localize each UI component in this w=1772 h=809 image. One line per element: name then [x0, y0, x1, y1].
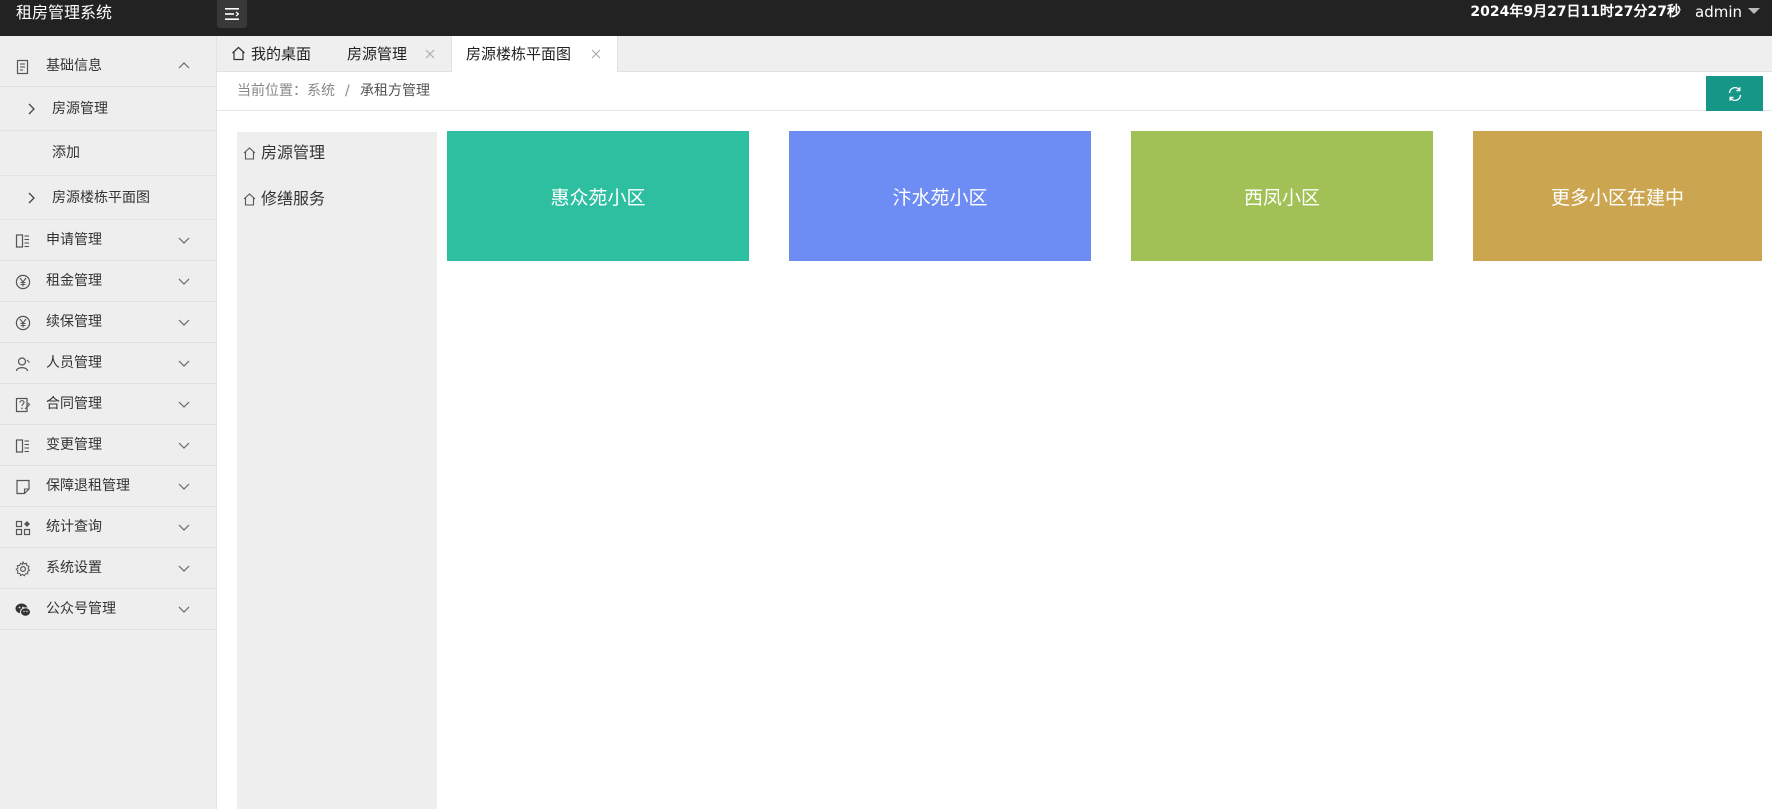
tab-label: 房源管理: [347, 45, 408, 63]
sidebar-item-wechat[interactable]: 公众号管理: [0, 589, 216, 630]
sidebar-item-contract[interactable]: 合同管理: [0, 384, 216, 425]
sidebar-item-label: 续保管理: [46, 314, 102, 330]
sidebar-item-label: 变更管理: [46, 437, 102, 453]
form-icon: [15, 439, 29, 453]
menu-icon: [225, 8, 239, 20]
sidebar-subitem-label: 房源楼栋平面图: [52, 190, 150, 206]
chevron-down-icon: [178, 565, 190, 572]
sidebar-item-application[interactable]: 申请管理: [0, 220, 216, 261]
home-icon: [243, 147, 256, 160]
sidebar-item-label: 人员管理: [46, 355, 102, 371]
tab-label: 我的桌面: [251, 45, 312, 63]
sidebar-item-label: 基础信息: [46, 58, 102, 74]
chevron-down-icon: [178, 606, 190, 613]
home-icon: [232, 46, 245, 61]
user-icon: [15, 357, 30, 372]
card-label: 西凤小区: [1243, 186, 1320, 209]
card-label: 更多小区在建中: [1550, 186, 1684, 209]
wechat-icon: [15, 603, 31, 617]
document-icon: [16, 59, 29, 75]
sidebar-item-personnel[interactable]: 人员管理: [0, 343, 216, 384]
chevron-down-icon: [178, 278, 190, 285]
sidebar-item-rent[interactable]: 租金管理: [0, 261, 216, 302]
close-icon[interactable]: [591, 49, 601, 59]
app-title: 租房管理系统: [16, 3, 113, 22]
tab-my-desktop[interactable]: 我的桌面: [231, 36, 321, 72]
sidebar-item-label: 申请管理: [46, 232, 102, 248]
sidebar-subitem-add[interactable]: 添加: [0, 131, 216, 176]
user-menu[interactable]: admin: [1695, 0, 1742, 24]
chevron-down-icon: [178, 319, 190, 326]
sidebar-item-checkout[interactable]: 保障退租管理: [0, 466, 216, 507]
breadcrumb-separator: /: [345, 83, 350, 99]
inner-nav-repair[interactable]: 修缮服务: [243, 184, 325, 214]
chevron-right-icon: [28, 192, 35, 204]
chevron-down-icon: [178, 360, 190, 367]
tab-label: 房源楼栋平面图: [466, 45, 572, 63]
chevron-down-icon: [178, 442, 190, 449]
form-icon: [15, 234, 29, 248]
sidebar-item-label: 合同管理: [46, 396, 102, 412]
menu-toggle-button[interactable]: [217, 0, 247, 28]
sidebar-item-label: 统计查询: [46, 519, 102, 535]
community-card-huizhongyuan[interactable]: 惠众苑小区: [447, 131, 749, 261]
chevron-down-icon: [178, 401, 190, 408]
tab-bar: 我的桌面 房源管理 房源楼栋平面图: [217, 36, 1772, 73]
sidebar-item-label: 保障退租管理: [46, 478, 130, 494]
chevron-right-icon: [28, 103, 35, 115]
sidebar-subitem-floorplan[interactable]: 房源楼栋平面图: [0, 176, 216, 220]
yen-icon: [15, 274, 31, 290]
grid-icon: [15, 520, 31, 536]
tab-house-management[interactable]: 房源管理: [347, 36, 447, 72]
breadcrumb-current: 承租方管理: [360, 83, 430, 99]
refresh-button[interactable]: [1706, 76, 1763, 111]
chevron-down-icon: [178, 483, 190, 490]
sidebar-item-label: 系统设置: [46, 560, 102, 576]
tab-floor-plan[interactable]: 房源楼栋平面图: [451, 36, 618, 73]
yen-icon: [15, 315, 31, 331]
breadcrumb-prefix: 当前位置：: [237, 83, 307, 99]
sidebar-item-label: 租金管理: [46, 273, 102, 289]
note-icon: [16, 479, 30, 495]
chevron-down-icon: [178, 237, 190, 244]
breadcrumb-link-system[interactable]: 系统: [307, 72, 335, 111]
home-icon: [243, 193, 256, 206]
sidebar-subitem-label: 房源管理: [52, 101, 108, 117]
community-card-xifeng[interactable]: 西凤小区: [1131, 131, 1433, 261]
sidebar-subitem-label: 添加: [52, 145, 80, 161]
sidebar-item-renewal[interactable]: 续保管理: [0, 302, 216, 343]
breadcrumb: 当前位置： 系统 / 承租方管理: [217, 72, 1772, 111]
sidebar-subitem-house[interactable]: 房源管理: [0, 87, 216, 131]
card-label: 汴水苑小区: [892, 186, 988, 209]
sidebar-item-change[interactable]: 变更管理: [0, 425, 216, 466]
refresh-icon: [1728, 86, 1741, 101]
sidebar-item-basic-info[interactable]: 基础信息: [0, 46, 216, 87]
caret-down-icon[interactable]: [1748, 8, 1760, 14]
clock: 2024年9月27日11时27分27秒: [1470, 4, 1681, 20]
top-bar: 租房管理系统 2024年9月27日11时27分27秒 admin: [0, 0, 1772, 36]
sidebar-item-statistics[interactable]: 统计查询: [0, 507, 216, 548]
inner-nav-house[interactable]: 房源管理: [243, 138, 325, 168]
sidebar-item-label: 公众号管理: [46, 601, 116, 617]
community-card-more[interactable]: 更多小区在建中: [1473, 131, 1762, 261]
gear-icon: [15, 561, 31, 577]
community-card-bianshuiyuan[interactable]: 汴水苑小区: [789, 131, 1091, 261]
sidebar: 基础信息 房源管理 添加 房源楼栋平面图 申请管理 租金管理 续保管理 人员管理…: [0, 36, 217, 809]
sidebar-item-settings[interactable]: 系统设置: [0, 548, 216, 589]
chevron-down-icon: [178, 524, 190, 531]
card-label: 惠众苑小区: [550, 186, 646, 209]
close-icon[interactable]: [425, 49, 435, 59]
chevron-up-icon: [178, 62, 190, 69]
inner-nav-panel: 房源管理 修缮服务: [237, 132, 437, 809]
contract-icon: [15, 397, 31, 413]
